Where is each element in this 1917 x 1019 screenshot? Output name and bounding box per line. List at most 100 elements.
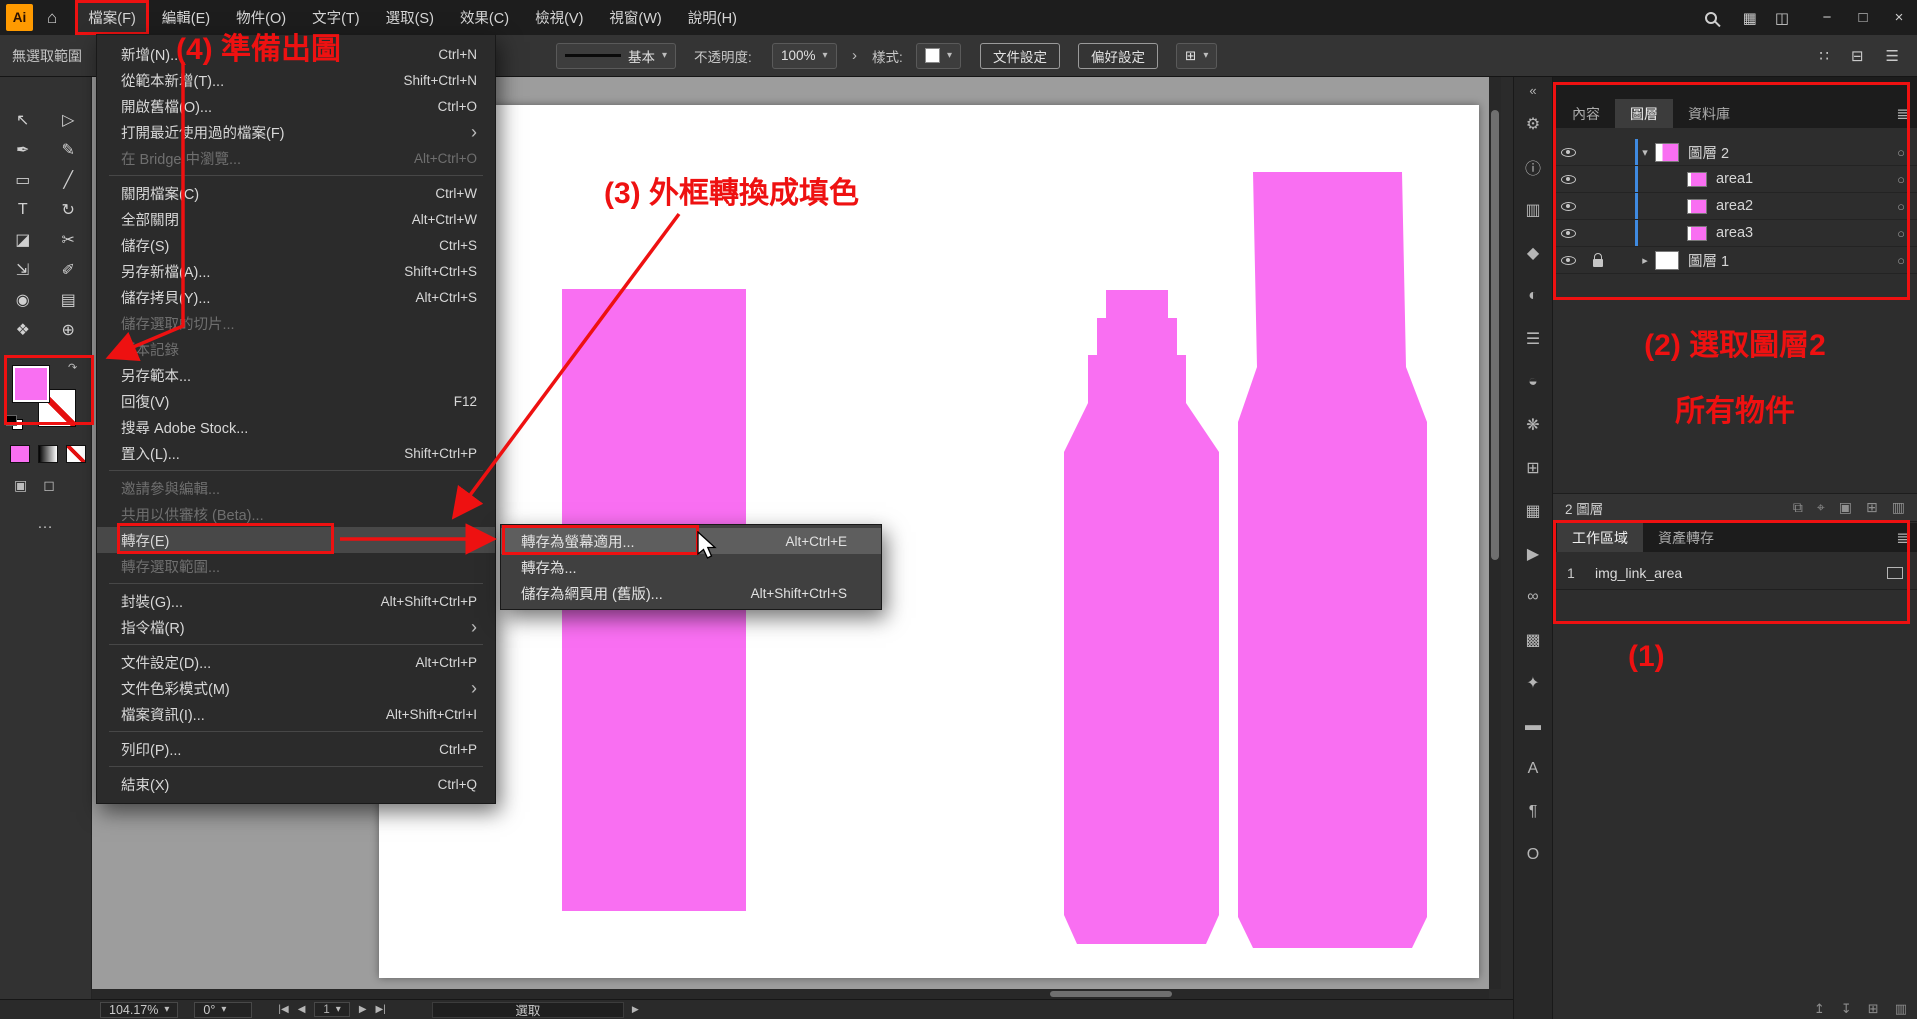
- color-fill-button[interactable]: [10, 445, 30, 463]
- preferences-button[interactable]: 偏好設定: [1078, 43, 1158, 69]
- tab-libraries[interactable]: 資料庫: [1673, 99, 1745, 128]
- menubar-item-0[interactable]: 檔案(F): [75, 0, 149, 35]
- artboard-name[interactable]: img_link_area: [1595, 565, 1682, 581]
- shape-builder-tool[interactable]: ◉: [0, 285, 46, 315]
- minimize-button[interactable]: −: [1809, 0, 1845, 35]
- character-panel-icon[interactable]: A: [1514, 754, 1552, 784]
- chevron-right-icon[interactable]: ›: [852, 35, 857, 76]
- lock-toggle[interactable]: [1583, 254, 1613, 267]
- target-icon[interactable]: ⌖: [1817, 499, 1825, 516]
- gradient-icon[interactable]: ◐: [1514, 281, 1552, 311]
- tab-properties[interactable]: 內容: [1557, 99, 1615, 128]
- file-menu-item[interactable]: 指令檔(R)›: [97, 614, 495, 640]
- eyedropper-tool[interactable]: ✐: [46, 255, 92, 285]
- edit-toolbar-icon[interactable]: …: [0, 515, 92, 533]
- restore-button[interactable]: □: [1845, 0, 1881, 35]
- move-down-icon[interactable]: ↧: [1841, 1001, 1852, 1017]
- disclosure-icon[interactable]: ▾: [1635, 146, 1655, 159]
- vertical-scrollbar[interactable]: [1489, 77, 1501, 989]
- export-submenu-item[interactable]: 轉存為...: [501, 554, 881, 580]
- make-clip-mask-icon[interactable]: ⧉: [1793, 499, 1803, 516]
- close-button[interactable]: ×: [1881, 0, 1917, 35]
- default-swatches-icon[interactable]: [6, 415, 23, 430]
- visibility-toggle[interactable]: [1553, 202, 1583, 211]
- color-icon[interactable]: ◆: [1514, 238, 1552, 268]
- pen-tool[interactable]: ✒: [0, 135, 46, 165]
- disclosure-icon[interactable]: ▸: [1635, 254, 1655, 267]
- prev-artboard-button[interactable]: ◀: [298, 1004, 306, 1015]
- file-menu-item[interactable]: 結束(X)Ctrl+Q: [97, 771, 495, 797]
- effects-icon[interactable]: ✦: [1514, 668, 1552, 698]
- move-up-icon[interactable]: ↥: [1814, 1001, 1825, 1017]
- horizontal-scrollbar[interactable]: [92, 989, 1489, 999]
- file-menu-item[interactable]: 文件色彩模式(M)›: [97, 675, 495, 701]
- target-circle-icon[interactable]: ○: [1897, 172, 1905, 187]
- tab-asset-export[interactable]: 資產轉存: [1643, 523, 1729, 552]
- artboard-number-dropdown[interactable]: 1 ▾: [314, 1002, 349, 1017]
- swatches-icon[interactable]: ⊞: [1514, 453, 1552, 483]
- export-submenu-item[interactable]: 轉存為螢幕適用...Alt+Ctrl+E: [501, 528, 881, 554]
- layer-row[interactable]: ▸圖層 1○: [1553, 247, 1917, 274]
- glyphs-panel-icon[interactable]: O: [1514, 840, 1552, 870]
- file-menu-item[interactable]: 封裝(G)...Alt+Shift+Ctrl+P: [97, 588, 495, 614]
- file-menu-item[interactable]: 轉存(E)›: [97, 527, 495, 553]
- status-expand-icon[interactable]: ▶: [632, 1004, 639, 1015]
- new-sublayer-icon[interactable]: ▣: [1839, 499, 1852, 516]
- menubar-item-7[interactable]: 視窗(W): [596, 0, 674, 35]
- stroke-icon[interactable]: ☰: [1514, 324, 1552, 354]
- fill-swatch[interactable]: [12, 365, 50, 403]
- shortcuts-icon[interactable]: ▥: [1514, 195, 1552, 225]
- search-icon[interactable]: [1705, 12, 1717, 24]
- draw-behind-icon[interactable]: ◻: [43, 477, 55, 494]
- stroke-style-dropdown[interactable]: 基本 ▾: [556, 43, 676, 69]
- delete-layer-icon[interactable]: ▥: [1892, 499, 1905, 516]
- selection-tool[interactable]: ↖: [0, 105, 46, 135]
- last-artboard-button[interactable]: ▶|: [376, 1004, 386, 1015]
- menubar-item-5[interactable]: 效果(C): [447, 0, 522, 35]
- links-icon[interactable]: ∞: [1514, 582, 1552, 612]
- gradient-fill-button[interactable]: [38, 445, 58, 463]
- file-menu-item[interactable]: 從範本新增(T)...Shift+Ctrl+N: [97, 67, 495, 93]
- rotate-tool[interactable]: ↻: [46, 195, 92, 225]
- panel-menu-icon[interactable]: ≣: [1896, 105, 1909, 123]
- app-bar-menu-icon[interactable]: ☰: [1886, 47, 1899, 65]
- scissors-tool[interactable]: ✂: [46, 225, 92, 255]
- visibility-toggle[interactable]: [1553, 148, 1583, 157]
- visibility-toggle[interactable]: [1553, 175, 1583, 184]
- layer-row[interactable]: ▾圖層 2○: [1553, 139, 1917, 166]
- hand-tool[interactable]: ❖: [0, 315, 46, 345]
- swap-fill-stroke-icon[interactable]: ↷: [68, 361, 77, 374]
- rectangle-tool[interactable]: ▭: [0, 165, 46, 195]
- workspace-switcher-icon[interactable]: ⊟: [1851, 47, 1864, 65]
- eraser-tool[interactable]: ◪: [0, 225, 46, 255]
- tab-layers[interactable]: 圖層: [1615, 99, 1673, 128]
- first-artboard-button[interactable]: |◀: [278, 1004, 288, 1015]
- file-menu-item[interactable]: 搜尋 Adobe Stock...: [97, 414, 495, 440]
- target-circle-icon[interactable]: ○: [1897, 253, 1905, 268]
- info-icon[interactable]: ⓘ: [1514, 152, 1552, 182]
- none-fill-button[interactable]: [66, 445, 86, 463]
- target-circle-icon[interactable]: ○: [1897, 199, 1905, 214]
- layer-row[interactable]: area3○: [1553, 220, 1917, 247]
- file-menu-item[interactable]: 關閉檔案(C)Ctrl+W: [97, 180, 495, 206]
- vertical-scrollbar-thumb[interactable]: [1491, 110, 1499, 560]
- tab-artboards[interactable]: 工作區域: [1557, 523, 1643, 552]
- layers-panel-icon[interactable]: ▦: [1514, 496, 1552, 526]
- zoom-level-dropdown[interactable]: 104.17% ▾: [100, 1002, 178, 1018]
- new-layer-icon[interactable]: ⊞: [1866, 499, 1878, 516]
- style-dropdown[interactable]: ▾: [916, 43, 961, 69]
- file-menu-item[interactable]: 另存新檔(A)...Shift+Ctrl+S: [97, 258, 495, 284]
- zoom-tool[interactable]: ⊕: [46, 315, 92, 345]
- export-submenu-item[interactable]: 儲存為網頁用 (舊版)...Alt+Shift+Ctrl+S: [501, 580, 881, 606]
- horizontal-scrollbar-thumb[interactable]: [1050, 991, 1172, 997]
- menubar-item-4[interactable]: 選取(S): [373, 0, 447, 35]
- menubar-item-8[interactable]: 說明(H): [675, 0, 750, 35]
- scale-tool[interactable]: ⇲: [0, 255, 46, 285]
- gradient-tool[interactable]: ▤: [46, 285, 92, 315]
- file-menu-item[interactable]: 檔案資訊(I)...Alt+Shift+Ctrl+I: [97, 701, 495, 727]
- actions-icon[interactable]: ▶: [1514, 539, 1552, 569]
- new-artboard-icon[interactable]: ⊞: [1868, 1001, 1879, 1017]
- target-circle-icon[interactable]: ○: [1897, 226, 1905, 241]
- align-options-dropdown[interactable]: ⊞ ▾: [1176, 43, 1217, 69]
- target-circle-icon[interactable]: ○: [1897, 145, 1905, 160]
